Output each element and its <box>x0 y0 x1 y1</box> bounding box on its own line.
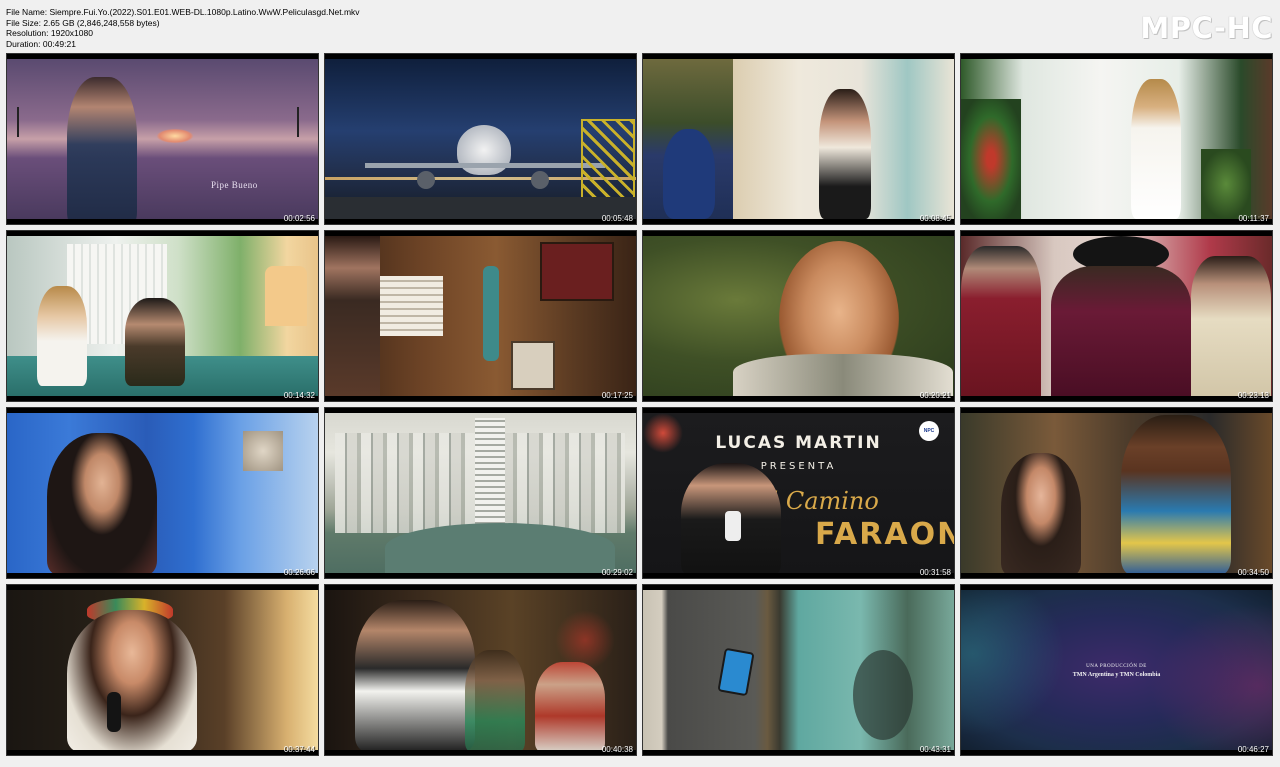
scene-caption: Pipe Bueno <box>211 180 258 190</box>
scene-image <box>961 236 1272 396</box>
thumbnail-10[interactable]: 00:29:02 <box>324 407 637 579</box>
scene-image <box>643 236 954 396</box>
timestamp: 00:20:21 <box>919 391 951 400</box>
thumbnail-5[interactable]: 00:14:32 <box>6 230 319 402</box>
scene-image <box>325 59 636 219</box>
timestamp: 00:40:38 <box>601 745 633 754</box>
file-info: File Name: Siempre.Fui.Yo.(2022).S01.E01… <box>6 7 360 49</box>
mpc-hc-logo: MPC-HC <box>1140 11 1273 45</box>
thumbnail-grid: Pipe Bueno 00:02:56 00:05:48 00:08:45 00… <box>6 53 1273 756</box>
thumbnail-9[interactable]: 00:26:06 <box>6 407 319 579</box>
timestamp: 00:17:25 <box>601 391 633 400</box>
scene-image: UNA PRODUCCIÓN DE TMN Argentina y TMN Co… <box>961 590 1272 750</box>
scene-image <box>325 236 636 396</box>
timestamp: 00:29:02 <box>601 568 633 577</box>
sign-title: LUCAS MARTIN <box>715 433 882 453</box>
thumbnail-13[interactable]: 00:37:44 <box>6 584 319 756</box>
scene-image: LUCAS MARTIN PRESENTA El Camino FARAON N… <box>643 413 954 573</box>
thumbnail-7[interactable]: 00:20:21 <box>642 230 955 402</box>
timestamp: 00:46:27 <box>1237 745 1269 754</box>
thumbnail-12[interactable]: 00:34:50 <box>960 407 1273 579</box>
scene-image <box>325 413 636 573</box>
thumbnail-16[interactable]: UNA PRODUCCIÓN DE TMN Argentina y TMN Co… <box>960 584 1273 756</box>
timestamp: 00:02:56 <box>283 214 315 223</box>
timestamp: 00:11:37 <box>1238 214 1269 223</box>
file-name: File Name: Siempre.Fui.Yo.(2022).S01.E01… <box>6 7 360 17</box>
credit-line-1: UNA PRODUCCIÓN DE <box>1086 664 1147 669</box>
thumbnail-11[interactable]: LUCAS MARTIN PRESENTA El Camino FARAON N… <box>642 407 955 579</box>
scene-image <box>961 413 1272 573</box>
timestamp: 00:05:48 <box>601 214 633 223</box>
resolution: Resolution: 1920x1080 <box>6 28 93 39</box>
scene-image <box>961 59 1272 219</box>
thumbnail-1[interactable]: Pipe Bueno 00:02:56 <box>6 53 319 225</box>
scene-image <box>7 59 318 219</box>
thumbnail-15[interactable]: 00:43:31 <box>642 584 955 756</box>
scene-image <box>643 59 954 219</box>
timestamp: 00:31:58 <box>919 568 951 577</box>
timestamp: 00:14:32 <box>283 391 315 400</box>
scene-image <box>643 590 954 750</box>
timestamp: 00:37:44 <box>283 745 315 754</box>
file-size: File Size: 2.65 GB (2,846,248,558 bytes) <box>6 17 160 28</box>
thumbnail-2[interactable]: 00:05:48 <box>324 53 637 225</box>
sign-faraon: FARAON <box>815 517 954 552</box>
timestamp: 00:23:13 <box>1237 391 1269 400</box>
scene-image <box>7 413 318 573</box>
thumbnail-6[interactable]: 00:17:25 <box>324 230 637 402</box>
scene-image <box>325 590 636 750</box>
sign-subtitle: PRESENTA <box>760 461 837 472</box>
thumbnail-3[interactable]: 00:08:45 <box>642 53 955 225</box>
credit-line-2: TMN Argentina y TMN Colombia <box>1072 672 1161 678</box>
timestamp: 00:43:31 <box>919 745 951 754</box>
npc-badge: NPC <box>919 421 939 441</box>
scene-image <box>7 590 318 750</box>
thumbnail-14[interactable]: 00:40:38 <box>324 584 637 756</box>
duration: Duration: 00:49:21 <box>6 38 76 49</box>
thumbnail-8[interactable]: 00:23:13 <box>960 230 1273 402</box>
timestamp: 00:08:45 <box>919 214 951 223</box>
timestamp: 00:26:06 <box>283 568 315 577</box>
timestamp: 00:34:50 <box>1237 568 1269 577</box>
thumbnail-4[interactable]: 00:11:37 <box>960 53 1273 225</box>
scene-image <box>7 236 318 396</box>
